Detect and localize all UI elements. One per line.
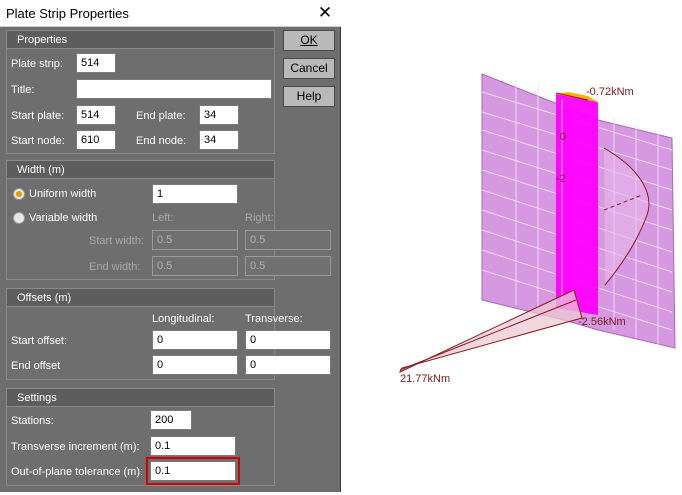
- start-offset-transverse-input[interactable]: 0: [245, 330, 331, 350]
- plate-strip-dialog: Plate Strip Properties ✕ Properties Plat…: [0, 0, 341, 492]
- plate-strip-input[interactable]: 514: [76, 53, 116, 73]
- settings-header: Settings: [17, 392, 57, 404]
- right-label: Right:: [245, 212, 274, 224]
- end-width-label: End width:: [89, 261, 141, 273]
- transverse-label: Transverse:: [245, 313, 303, 325]
- title-label: Title:: [11, 84, 35, 96]
- dialog-title: Plate Strip Properties: [6, 6, 129, 21]
- transverse-increment-label: Transverse increment (m):: [11, 441, 140, 453]
- uniform-width-label[interactable]: Uniform width: [29, 188, 96, 200]
- ok-button-label: OK: [300, 33, 318, 47]
- width-group: Width (m) Uniform width 1 Variable width…: [6, 160, 331, 280]
- moment-label-left: 21.77kNm: [400, 373, 451, 385]
- end-offset-transverse-input[interactable]: 0: [245, 355, 331, 375]
- offsets-group: Offsets (m) Longitudinal: Transverse: St…: [6, 288, 331, 380]
- end-node-label: End node:: [136, 135, 187, 147]
- longitudinal-label: Longitudinal:: [152, 313, 215, 325]
- moment-label-zero: 0: [560, 131, 567, 143]
- plate-strip-label: Plate strip:: [11, 58, 63, 70]
- dialog-titlebar: Plate Strip Properties ✕: [0, 0, 341, 27]
- start-plate-label: Start plate:: [11, 110, 65, 122]
- start-offset-label: Start offset:: [11, 335, 68, 347]
- title-input[interactable]: [76, 79, 272, 99]
- uniform-width-radio[interactable]: [13, 188, 25, 200]
- start-width-right-input[interactable]: 0.5: [245, 230, 331, 250]
- start-plate-input[interactable]: 514: [76, 105, 116, 125]
- start-width-left-input[interactable]: 0.5: [152, 230, 238, 250]
- start-node-label: Start node:: [11, 135, 65, 147]
- stations-label: Stations:: [11, 415, 54, 427]
- uniform-width-input[interactable]: 1: [152, 184, 238, 204]
- end-node-input[interactable]: 34: [199, 130, 239, 150]
- ok-button[interactable]: OK: [283, 30, 335, 51]
- end-plate-label: End plate:: [136, 110, 186, 122]
- end-width-left-input[interactable]: 0.5: [152, 256, 238, 276]
- left-label: Left:: [152, 212, 174, 224]
- cancel-button-label: Cancel: [290, 61, 328, 75]
- moment-label-bottom: -2.56kNm: [578, 316, 626, 328]
- start-width-label: Start width:: [89, 235, 145, 247]
- help-button-label: Help: [296, 89, 322, 103]
- out-of-plane-tolerance-label: Out-of-plane tolerance (m):: [11, 466, 144, 478]
- model-drawing: [398, 73, 676, 374]
- width-header: Width (m): [17, 164, 65, 176]
- out-of-plane-tolerance-input[interactable]: 0.1: [146, 457, 240, 485]
- properties-group: Properties Plate strip: 514 Title: Start…: [6, 30, 275, 154]
- variable-width-label[interactable]: Variable width: [29, 212, 97, 224]
- moment-label-minus: -2: [556, 173, 566, 185]
- variable-width-radio[interactable]: [13, 212, 25, 224]
- moment-label-top: -0.72kNm: [586, 86, 634, 98]
- end-width-right-input[interactable]: 0.5: [245, 256, 331, 276]
- end-plate-input[interactable]: 34: [199, 105, 239, 125]
- start-offset-longitudinal-input[interactable]: 0: [152, 330, 238, 350]
- start-node-input[interactable]: 610: [76, 130, 116, 150]
- model-viewport[interactable]: -0.72kNm 0 -2 -2.56kNm 21.77kNm: [342, 0, 682, 492]
- end-offset-longitudinal-input[interactable]: 0: [152, 355, 238, 375]
- transverse-increment-input[interactable]: 0.1: [150, 436, 236, 456]
- stations-input[interactable]: 200: [150, 410, 192, 430]
- properties-header: Properties: [17, 34, 68, 46]
- close-icon[interactable]: ✕: [314, 3, 336, 23]
- settings-group: Settings Stations: 200 Transverse increm…: [6, 388, 275, 486]
- offsets-header: Offsets (m): [17, 292, 72, 304]
- help-button[interactable]: Help: [283, 86, 335, 107]
- cancel-button[interactable]: Cancel: [283, 58, 335, 79]
- end-offset-label: End offset: [11, 360, 61, 372]
